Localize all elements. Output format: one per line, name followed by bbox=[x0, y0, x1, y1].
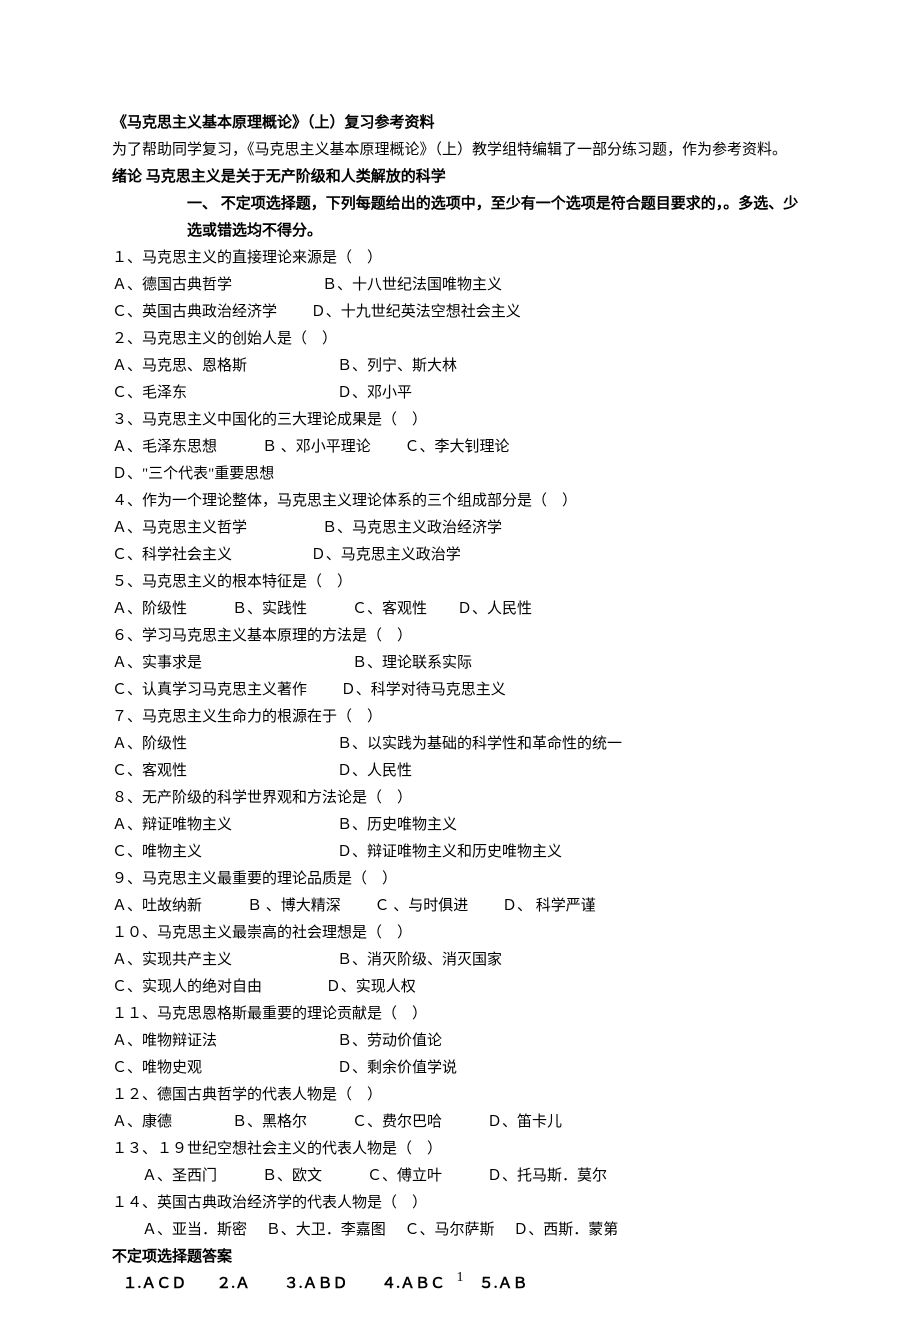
option-line: Ｃ、客观性 Ｄ、人民性 bbox=[112, 758, 808, 785]
question: １２、德国古典哲学的代表人物是（ ） bbox=[112, 1082, 808, 1109]
option-line: Ａ、德国古典哲学 Ｂ、十八世纪法国唯物主义 bbox=[112, 272, 808, 299]
option-line: Ａ、吐故纳新 Ｂ 、博大精深 Ｃ 、与时俱进 Ｄ、 科学严谨 bbox=[112, 893, 808, 920]
option-line: Ａ、亚当．斯密 Ｂ、大卫．李嘉图 Ｃ、马尔萨斯 Ｄ、西斯．蒙第 bbox=[112, 1217, 808, 1244]
option-line: Ａ、唯物辩证法 Ｂ、劳动价值论 bbox=[112, 1028, 808, 1055]
option-line: Ａ、辩证唯物主义 Ｂ、历史唯物主义 bbox=[112, 812, 808, 839]
option-line: Ｃ、毛泽东 Ｄ、邓小平 bbox=[112, 380, 808, 407]
question: １３、１９世纪空想社会主义的代表人物是（ ） bbox=[112, 1136, 808, 1163]
option-line: Ｃ、唯物史观 Ｄ、剩余价值学说 bbox=[112, 1055, 808, 1082]
option-line: Ｃ、实现人的绝对自由 Ｄ、实现人权 bbox=[112, 974, 808, 1001]
question: ４、作为一个理论整体，马克思主义理论体系的三个组成部分是（ ） bbox=[112, 488, 808, 515]
option-line: Ｃ、科学社会主义 Ｄ、马克思主义政治学 bbox=[112, 542, 808, 569]
question: １、马克思主义的直接理论来源是（ ） bbox=[112, 245, 808, 272]
option-line: Ａ、马克思、恩格斯 Ｂ、列宁、斯大林 bbox=[112, 353, 808, 380]
option-line: Ａ、圣西门 Ｂ、欧文 Ｃ、傅立叶 Ｄ、托马斯．莫尔 bbox=[112, 1163, 808, 1190]
question: １０、马克思主义最崇高的社会理想是（ ） bbox=[112, 920, 808, 947]
question-list: １、马克思主义的直接理论来源是（ ）Ａ、德国古典哲学 Ｂ、十八世纪法国唯物主义Ｃ… bbox=[112, 245, 808, 1244]
option-line: Ａ、康德 Ｂ、黑格尔 Ｃ、费尔巴哈 Ｄ、笛卡儿 bbox=[112, 1109, 808, 1136]
instructions: 一、 不定项选择题，下列每题给出的选项中，至少有一个选项是符合题目要求的，。多选… bbox=[112, 191, 808, 245]
question: １４、英国古典政治经济学的代表人物是（ ） bbox=[112, 1190, 808, 1217]
page-title: 《马克思主义基本原理概论》（上）复习参考资料 bbox=[112, 110, 808, 137]
section-title: 绪论 马克思主义是关于无产阶级和人类解放的科学 bbox=[112, 164, 808, 191]
option-line: Ａ、实现共产主义 Ｂ、消灭阶级、消灭国家 bbox=[112, 947, 808, 974]
answer-line: １.ＡＣＤ ２.Ａ ３.ＡＢＤ ４.ＡＢＣ ５.ＡＢ bbox=[123, 1271, 809, 1298]
option-line: Ｃ、唯物主义 Ｄ、辩证唯物主义和历史唯物主义 bbox=[112, 839, 808, 866]
question: １１、马克思恩格斯最重要的理论贡献是（ ） bbox=[112, 1001, 808, 1028]
document-page: 《马克思主义基本原理概论》（上）复习参考资料 为了帮助同学复习，《马克思主义基本… bbox=[0, 0, 920, 1338]
option-line: Ａ、阶级性 Ｂ、以实践为基础的科学性和革命性的统一 bbox=[112, 731, 808, 758]
question: ７、马克思主义生命力的根源在于（ ） bbox=[112, 704, 808, 731]
option-line: Ａ、马克思主义哲学 Ｂ、马克思主义政治经济学 bbox=[112, 515, 808, 542]
instruction-text: 不定项选择题，下列每题给出的选项中，至少有一个选项是符合题目要求的，。多选、少选… bbox=[187, 196, 798, 239]
intro-text: 为了帮助同学复习，《马克思主义基本原理概论》（上）教学组特编辑了一部分练习题，作… bbox=[112, 137, 808, 164]
question: ５、马克思主义的根本特征是（ ） bbox=[112, 569, 808, 596]
option-line: Ｃ、认真学习马克思主义著作 Ｄ、科学对待马克思主义 bbox=[112, 677, 808, 704]
question: ３、马克思主义中国化的三大理论成果是（ ） bbox=[112, 407, 808, 434]
option-line: Ａ、阶级性 Ｂ、实践性 Ｃ、客观性 Ｄ、人民性 bbox=[112, 596, 808, 623]
question: ６、学习马克思主义基本原理的方法是（ ） bbox=[112, 623, 808, 650]
question: ２、马克思主义的创始人是（ ） bbox=[112, 326, 808, 353]
option-line: Ａ、毛泽东思想 Ｂ 、邓小平理论 Ｃ、李大钊理论 bbox=[112, 434, 808, 461]
instruction-number: 一、 bbox=[187, 196, 217, 212]
option-line: Ｄ、"三个代表"重要思想 bbox=[112, 461, 808, 488]
option-line: Ｃ、英国古典政治经济学 Ｄ、十九世纪英法空想社会主义 bbox=[112, 299, 808, 326]
option-line: Ａ、实事求是 Ｂ、理论联系实际 bbox=[112, 650, 808, 677]
question: ９、马克思主义最重要的理论品质是（ ） bbox=[112, 866, 808, 893]
page-number: 1 bbox=[457, 1265, 464, 1290]
question: ８、无产阶级的科学世界观和方法论是（ ） bbox=[112, 785, 808, 812]
